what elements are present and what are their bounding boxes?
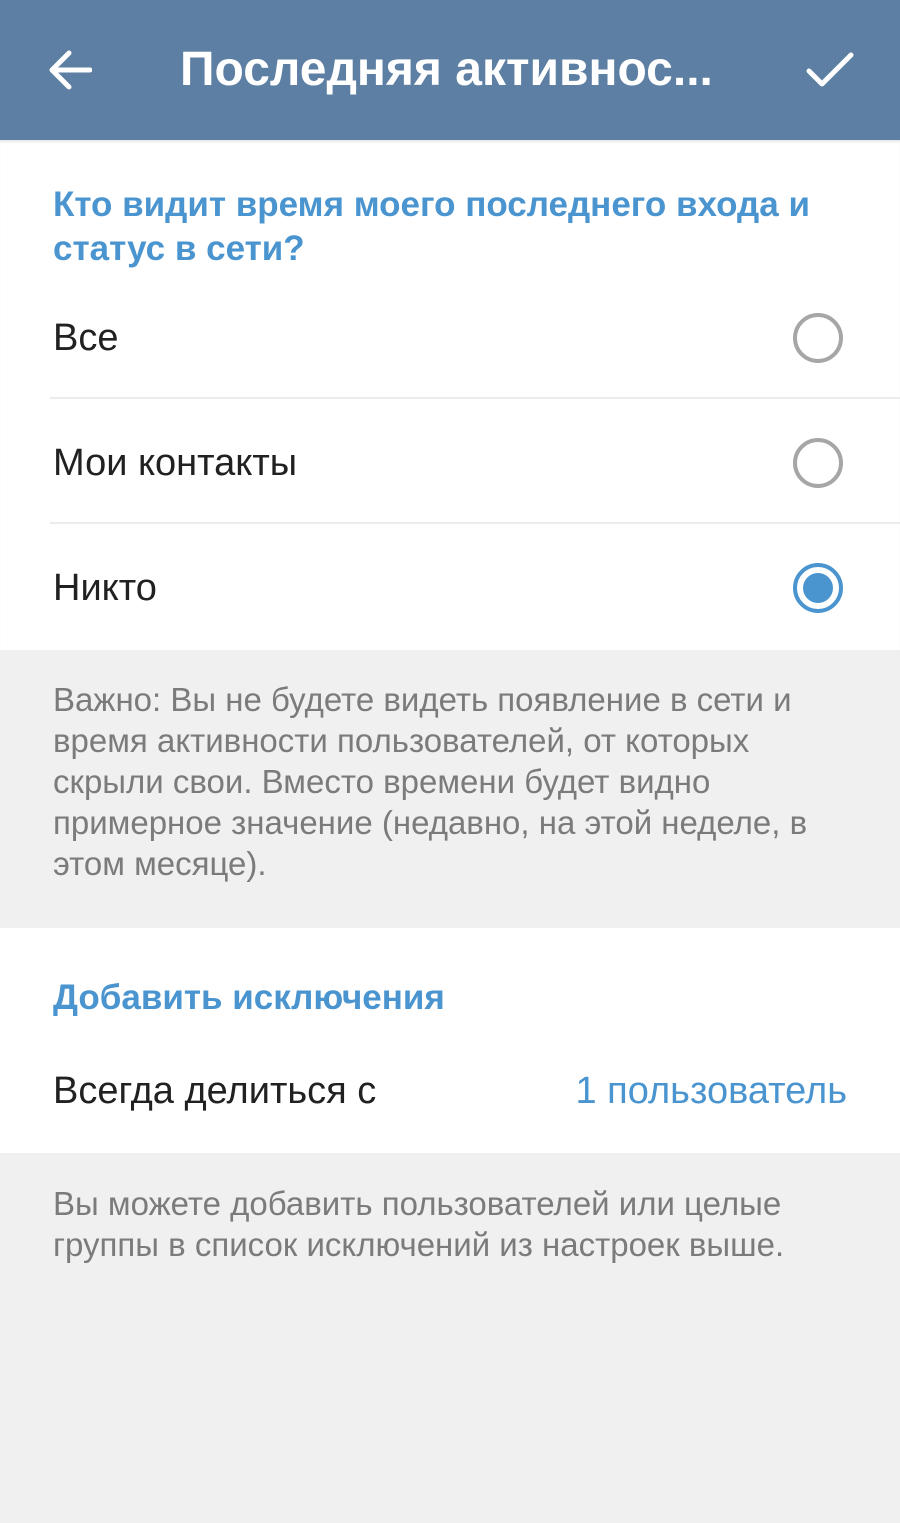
arrow-left-icon xyxy=(49,50,92,90)
always-share-value: 1 пользователь xyxy=(575,1070,847,1112)
divider xyxy=(50,397,900,399)
option-label: Мои контакты xyxy=(53,442,298,484)
exceptions-note: Вы можете добавить пользователей или цел… xyxy=(53,1185,785,1263)
page-title: Последняя активнос... xyxy=(180,43,713,96)
exceptions-section: Добавить исключения Всегда делиться с 1 … xyxy=(0,928,900,1153)
radio-button[interactable] xyxy=(793,313,843,363)
section-header-exceptions: Добавить исключения xyxy=(53,978,445,1017)
divider xyxy=(50,522,900,524)
last-seen-section: Кто видит время моего последнего входа и… xyxy=(0,140,900,650)
option-label: Все xyxy=(53,317,119,359)
toolbar: Последняя активнос... xyxy=(0,0,900,140)
radio-dot xyxy=(803,573,833,603)
back-button[interactable] xyxy=(30,30,110,110)
option-my-contacts[interactable]: Мои контакты xyxy=(0,400,900,526)
radio-button-selected[interactable] xyxy=(793,563,843,613)
privacy-note: Важно: Вы не будете видеть появление в с… xyxy=(53,681,808,882)
done-button[interactable] xyxy=(790,30,870,110)
always-share-row[interactable]: Всегда делиться с 1 пользователь xyxy=(0,1030,900,1152)
section-header-question: Кто видит время моего последнего входа и… xyxy=(53,185,810,268)
always-share-label: Всегда делиться с xyxy=(53,1070,377,1112)
radio-button[interactable] xyxy=(793,438,843,488)
option-nobody[interactable]: Никто xyxy=(0,525,900,651)
checkmark-icon xyxy=(806,52,854,87)
option-label: Никто xyxy=(53,567,157,609)
option-everybody[interactable]: Все xyxy=(0,275,900,401)
